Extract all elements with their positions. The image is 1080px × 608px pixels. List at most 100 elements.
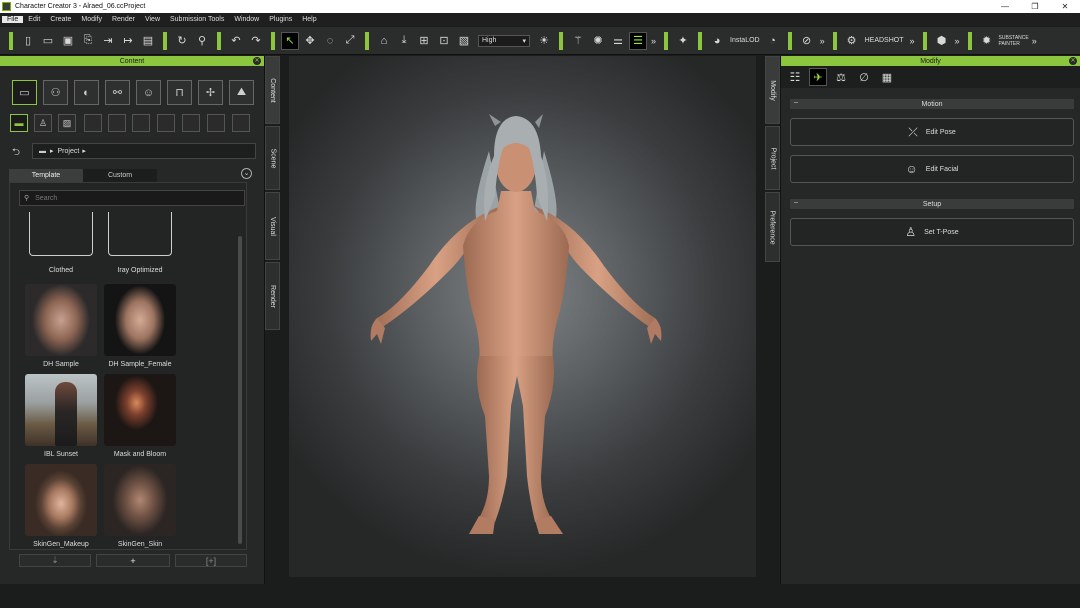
menu-create[interactable]: Create	[45, 16, 76, 23]
instalod-label[interactable]: InstaLOD	[730, 37, 760, 44]
vtab-scene[interactable]: Scene	[265, 126, 280, 190]
vtab-render[interactable]: Render	[265, 262, 280, 330]
subcat-empty-6[interactable]	[207, 114, 225, 132]
delete-button[interactable]: ⇣	[19, 554, 91, 567]
breadcrumb[interactable]: ▬ ▸ Project ▸	[32, 143, 256, 159]
vtab-modify[interactable]: Modify	[765, 56, 780, 124]
smart-light-icon[interactable]: ✺	[589, 32, 607, 50]
subcat-folder-icon[interactable]: ▬	[10, 114, 28, 132]
tab-custom[interactable]: Custom	[83, 169, 157, 182]
vtab-content[interactable]: Content	[265, 56, 280, 124]
toolbar-more-2[interactable]: »	[820, 36, 825, 46]
select-tool-icon[interactable]: ↖	[281, 31, 299, 50]
menu-submission-tools[interactable]: Submission Tools	[165, 16, 229, 23]
template-item-clothed[interactable]: Clothed	[25, 212, 97, 274]
cube-icon[interactable]: ⬢	[933, 32, 951, 50]
template-item-mask-and-bloom[interactable]: Mask and Bloom	[104, 374, 176, 458]
vtab-visual[interactable]: Visual	[265, 192, 280, 260]
motion-pose-icon[interactable]: ✈	[809, 68, 827, 86]
breadcrumb-project[interactable]: Project	[58, 148, 80, 155]
subcat-empty-3[interactable]	[132, 114, 150, 132]
close-button[interactable]: ✕	[1050, 2, 1080, 11]
subcat-figure-icon[interactable]: ♙	[34, 114, 52, 132]
menu-edit[interactable]: Edit	[23, 16, 45, 23]
checker-icon[interactable]: ▦	[878, 68, 896, 86]
import-icon[interactable]: ⎘	[79, 32, 97, 50]
headshot-label[interactable]: HEADSHOT	[865, 37, 904, 44]
move-tool-icon[interactable]: ✥	[301, 32, 319, 50]
template-item-dh-sample[interactable]: DH Sample	[25, 284, 97, 368]
back-arrow-icon[interactable]: ⮌	[12, 145, 20, 162]
template-item-iray-optimized[interactable]: Iray Optimized	[104, 212, 176, 274]
subcat-image-icon[interactable]: ▨	[58, 114, 76, 132]
lod-icon[interactable]: ◔	[764, 32, 782, 50]
minimize-button[interactable]: —	[990, 2, 1020, 11]
section-motion[interactable]: – Motion	[790, 99, 1074, 109]
options-chevron-icon[interactable]: ⌄	[241, 168, 252, 179]
menu-plugins[interactable]: Plugins	[264, 16, 297, 23]
subcat-empty-2[interactable]	[108, 114, 126, 132]
instalod-icon[interactable]: ◕	[708, 32, 726, 50]
category-head-icon[interactable]: ☺	[136, 80, 161, 105]
search-input[interactable]: ⚲ Search	[19, 190, 245, 206]
category-scene-icon[interactable]: ⛰	[229, 80, 254, 105]
character-model[interactable]	[289, 56, 756, 577]
redo-icon[interactable]: ↷	[247, 32, 265, 50]
template-item-skingen-skin[interactable]: SkinGen_Skin	[104, 464, 176, 548]
vtab-project[interactable]: Project	[765, 126, 780, 190]
set-t-pose-button[interactable]: ♙ Set T-Pose	[790, 218, 1074, 246]
edit-pose-button[interactable]: ⤫ Edit Pose	[790, 118, 1074, 146]
display-mode-icon[interactable]: ▧	[455, 32, 473, 50]
menu-view[interactable]: View	[140, 16, 165, 23]
template-item-skingen-makeup[interactable]: SkinGen_Makeup	[25, 464, 97, 548]
scale-tool-icon[interactable]: ⤢	[341, 32, 359, 50]
refresh-icon[interactable]: ↻	[173, 32, 191, 50]
toolbar-more-5[interactable]: »	[1032, 36, 1037, 46]
substance-icon[interactable]: ✹	[978, 32, 996, 50]
category-pose-icon[interactable]: ✢	[198, 80, 223, 105]
subcat-empty-5[interactable]	[182, 114, 200, 132]
frame-selected-icon[interactable]: ⊞	[415, 32, 433, 50]
menu-window[interactable]: Window	[229, 16, 264, 23]
toolbar-more-3[interactable]: »	[910, 36, 915, 46]
export-fbx-icon[interactable]: ↦	[119, 32, 137, 50]
frame-all-icon[interactable]: ⊡	[435, 32, 453, 50]
edit-facial-button[interactable]: ☺ Edit Facial	[790, 155, 1074, 183]
substance-painter-button[interactable]: SUBSTANCE PAINTER	[999, 35, 1029, 47]
new-file-icon[interactable]: ▯	[19, 32, 37, 50]
home-camera-icon[interactable]: ⌂	[375, 32, 393, 50]
subcat-empty-1[interactable]	[84, 114, 102, 132]
vtab-preference[interactable]: Preference	[765, 192, 780, 262]
headshot-icon[interactable]: ⚙	[843, 32, 861, 50]
pose-icon[interactable]: ✦	[674, 32, 692, 50]
add-folder-button[interactable]: [+]	[175, 554, 247, 567]
menu-file[interactable]: File	[2, 16, 24, 23]
add-button[interactable]: +	[96, 554, 170, 567]
morph-icon[interactable]: ⚖	[832, 68, 850, 86]
fit-view-icon[interactable]: ⤓	[395, 32, 413, 50]
compass-icon[interactable]: ⊘	[798, 32, 816, 50]
menu-modify[interactable]: Modify	[76, 16, 107, 23]
template-item-dh-sample-female[interactable]: DH Sample_Female	[104, 284, 176, 368]
section-setup[interactable]: – Setup	[790, 199, 1074, 209]
category-prop-icon[interactable]: ⊓	[167, 80, 192, 105]
category-character-icon[interactable]: ⚇	[43, 80, 68, 105]
undo-icon[interactable]: ↶	[227, 32, 245, 50]
render-image-icon[interactable]: ▤	[139, 32, 157, 50]
subcat-empty-4[interactable]	[157, 114, 175, 132]
panel-close-icon[interactable]: ✕	[1069, 57, 1077, 65]
wand-icon[interactable]: ⚚	[569, 32, 587, 50]
panel-close-icon[interactable]: ✕	[253, 57, 261, 65]
rotate-tool-icon[interactable]: ◌	[321, 32, 339, 50]
adjust-icon[interactable]: ⚌	[609, 32, 627, 50]
sliders-icon[interactable]: ☰	[629, 31, 647, 50]
light-icon[interactable]: ☀	[535, 32, 553, 50]
collapse-icon[interactable]: –	[794, 199, 798, 206]
subcat-empty-7[interactable]	[232, 114, 250, 132]
category-clothing-icon[interactable]: ⚯	[105, 80, 130, 105]
toolbar-more-4[interactable]: »	[955, 36, 960, 46]
3d-viewport[interactable]	[289, 56, 756, 577]
quality-select[interactable]: High ▾	[478, 34, 530, 47]
attributes-sliders-icon[interactable]: ☷	[786, 68, 804, 86]
list-scrollbar[interactable]	[238, 236, 242, 544]
